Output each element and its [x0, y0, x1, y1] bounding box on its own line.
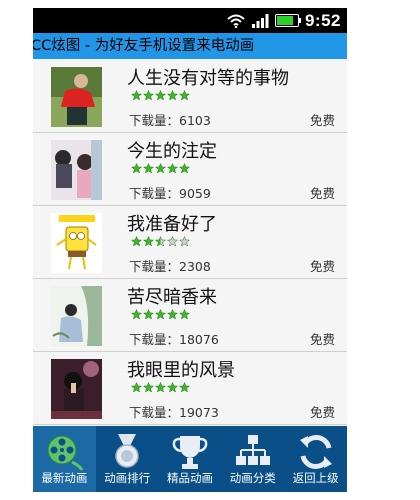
download-value: 2308 [179, 259, 211, 274]
rating-stars [131, 90, 190, 102]
star-icon [179, 309, 190, 320]
star-icon [167, 163, 178, 174]
star-icon [131, 382, 142, 393]
animation-title: 今生的注定 [127, 141, 217, 162]
trophy-icon [172, 436, 208, 469]
star-icon [179, 382, 190, 393]
download-value: 19073 [179, 405, 219, 420]
download-label: 下载量： [129, 259, 180, 274]
download-value: 18076 [179, 332, 219, 347]
list-item[interactable]: 人生没有对等的事物 下载量：6103 免费 [33, 59, 347, 133]
bottom-tab-bar: 最新动画 动画排行 精品动画 动画分类 返回上级 [33, 426, 347, 492]
price-label: 免费 [309, 186, 335, 201]
star-icon [155, 309, 166, 320]
list-item[interactable]: 我眼里的风景 下载量：19073 免费 [33, 351, 347, 425]
tab-label: 返回上级 [292, 471, 339, 485]
animation-title: 我准备好了 [127, 214, 217, 235]
price-label: 免费 [309, 259, 335, 274]
film-reel-icon [47, 435, 84, 471]
status-bar: 9:52 [33, 8, 347, 33]
download-count: 下载量：9059 [129, 183, 211, 202]
download-count: 下载量：2308 [129, 256, 211, 275]
download-label: 下载量： [129, 113, 180, 128]
star-icon [143, 382, 154, 393]
tab-film-reel[interactable]: 最新动画 [33, 426, 96, 492]
download-label: 下载量： [129, 186, 180, 201]
hierarchy-icon [235, 435, 270, 465]
star-icon [155, 163, 166, 174]
star-icon [179, 90, 190, 101]
list-item[interactable]: 苦尽暗香来下载量：18076 免费 [33, 278, 347, 352]
star-icon [143, 90, 154, 101]
refresh-back-icon [299, 435, 332, 469]
star-icon [143, 163, 154, 174]
download-label: 下载量： [129, 332, 180, 347]
title-bar: CC炫图 - 为好友手机设置来电动画 [33, 33, 347, 59]
page-title: CC炫图 - 为好友手机设置来电动画 [33, 38, 255, 54]
star-icon [167, 382, 178, 393]
download-label: 下载量： [129, 405, 180, 420]
tab-medal[interactable]: 动画排行 [96, 426, 159, 492]
download-value: 9059 [179, 186, 211, 201]
status-time: 9:52 [304, 10, 341, 30]
animation-thumbnail [51, 213, 102, 273]
tab-trophy[interactable]: 精品动画 [159, 426, 222, 492]
animation-thumbnail [51, 359, 102, 419]
animation-thumbnail [51, 67, 102, 127]
star-icon [167, 236, 178, 247]
list-item[interactable]: 我准备好了下载量：2308 免费 [33, 205, 347, 279]
price-label: 免费 [309, 113, 335, 128]
medal-icon [115, 434, 139, 468]
tab-label: 动画分类 [229, 471, 276, 485]
star-icon [131, 90, 142, 101]
animation-title: 苦尽暗香来 [127, 287, 217, 308]
phone-screen: 9:52 CC炫图 - 为好友手机设置来电动画 人生没有对等的事物 下载量：610… [33, 8, 347, 492]
star-icon [131, 309, 142, 320]
star-icon [179, 236, 190, 247]
animation-title: 人生没有对等的事物 [127, 68, 289, 89]
animation-title: 我眼里的风景 [127, 360, 235, 381]
signal-icon [251, 13, 269, 28]
star-icon [143, 236, 154, 247]
star-icon [167, 309, 178, 320]
price-label: 免费 [309, 332, 335, 347]
star-icon [155, 90, 166, 101]
star-icon [179, 163, 190, 174]
star-icon [167, 90, 178, 101]
animation-list[interactable]: 人生没有对等的事物 下载量：6103 免费 今生的注定 下载量：9059 免费 我准备好了下… [33, 59, 347, 426]
rating-stars [131, 309, 190, 321]
animation-thumbnail [51, 286, 102, 346]
download-count: 下载量：18076 [129, 329, 219, 348]
tab-refresh-back[interactable]: 返回上级 [284, 426, 347, 492]
tab-label: 最新动画 [41, 471, 88, 485]
download-count: 下载量：6103 [129, 110, 211, 129]
rating-stars [131, 236, 190, 248]
star-icon [131, 163, 142, 174]
list-item[interactable]: 今生的注定下载量：9059 免费 [33, 132, 347, 206]
tab-label: 精品动画 [166, 471, 213, 485]
download-count: 下载量：19073 [129, 402, 219, 421]
battery-icon [274, 14, 301, 27]
download-value: 6103 [179, 113, 211, 128]
rating-stars [131, 382, 190, 394]
price-label: 免费 [309, 405, 335, 420]
wifi-icon [227, 14, 245, 28]
star-icon [143, 309, 154, 320]
star-icon [131, 236, 142, 247]
tab-label: 动画排行 [104, 471, 151, 485]
animation-thumbnail [51, 140, 102, 200]
rating-stars [131, 163, 190, 175]
star-icon [155, 382, 166, 393]
star-icon [155, 236, 166, 247]
tab-hierarchy[interactable]: 动画分类 [221, 426, 284, 492]
